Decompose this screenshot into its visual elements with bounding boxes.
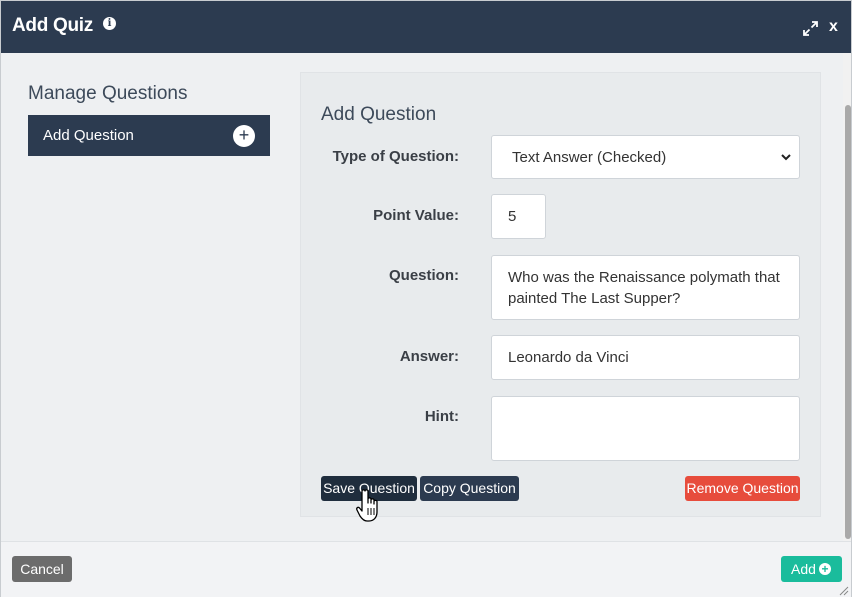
scrollbar-thumb[interactable] [845, 105, 851, 539]
type-of-question-select[interactable]: Text Answer (Checked) [491, 135, 800, 179]
sidebar-item-label: Add Question [43, 127, 134, 144]
point-value-label: Point Value: [373, 207, 459, 224]
plus-circle-icon: + [233, 125, 255, 147]
expand-icon[interactable] [803, 21, 818, 36]
dialog-title: Add Quiz [12, 15, 93, 36]
dialog-footer [1, 541, 851, 597]
info-icon[interactable]: i [103, 17, 116, 30]
type-of-question-value: Text Answer (Checked) [512, 149, 667, 166]
remove-question-button[interactable]: Remove Question [685, 476, 800, 501]
form-heading: Add Question [321, 104, 437, 125]
sidebar-item-add-question[interactable]: Add Question + [28, 115, 270, 156]
add-quiz-dialog: Add Quiz i x Manage Questions Add Questi… [0, 0, 852, 597]
copy-question-button[interactable]: Copy Question [420, 476, 519, 501]
hint-label: Hint: [424, 408, 459, 425]
question-label: Question: [389, 267, 459, 284]
cancel-button[interactable]: Cancel [12, 556, 72, 582]
manage-questions-heading: Manage Questions [28, 83, 188, 104]
answer-label: Answer: [399, 348, 459, 365]
type-of-question-label: Type of Question: [332, 148, 459, 165]
add-button[interactable]: Add + [781, 556, 842, 582]
dialog-header [1, 1, 851, 53]
answer-input[interactable]: Leonardo da Vinci [491, 335, 800, 380]
point-value-input[interactable]: 5 [491, 194, 546, 239]
chevron-down-icon [781, 154, 791, 161]
question-textarea[interactable]: Who was the Renaissance polymath that pa… [491, 255, 800, 320]
resize-grip-icon[interactable] [837, 584, 849, 596]
hand-cursor-icon [356, 489, 378, 522]
add-button-label: Add [791, 561, 816, 577]
hint-textarea[interactable] [491, 396, 800, 461]
plus-circle-icon: + [819, 563, 831, 575]
close-button[interactable]: x [829, 18, 838, 36]
